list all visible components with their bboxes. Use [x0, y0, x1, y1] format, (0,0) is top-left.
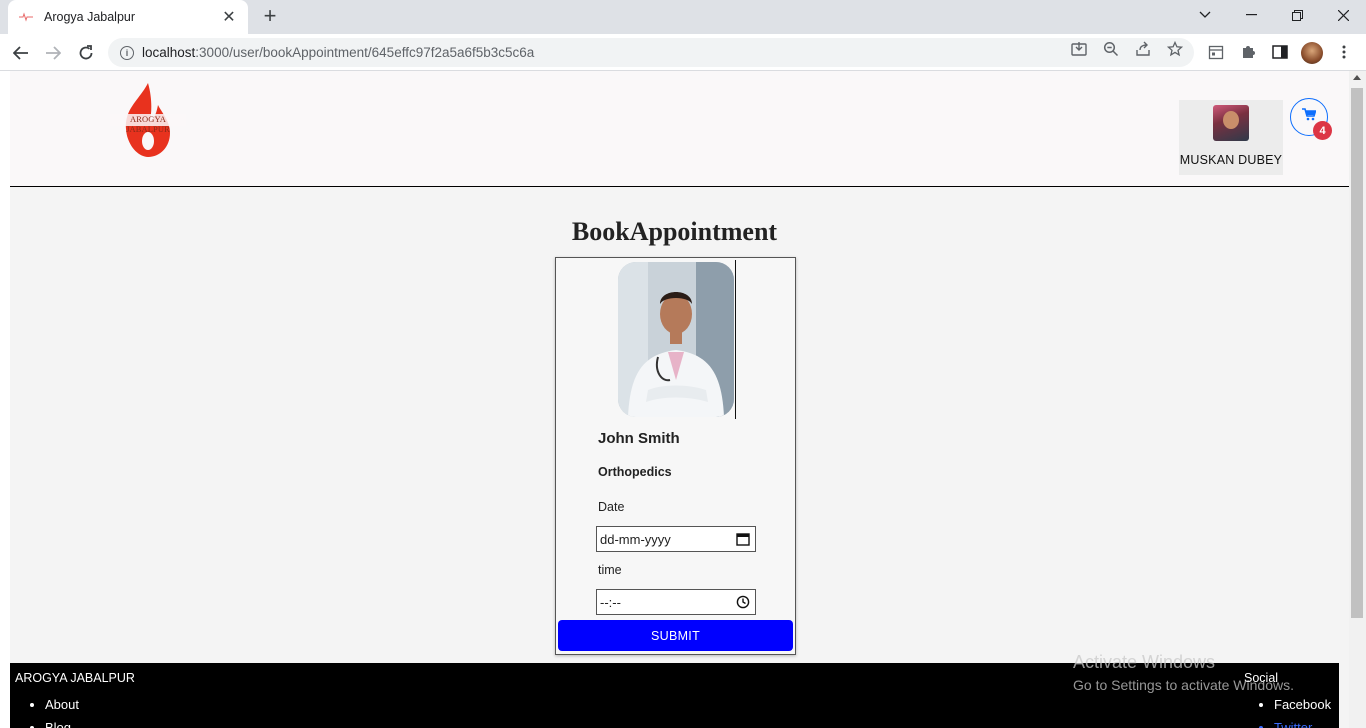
site-info-icon[interactable]: i [120, 45, 134, 60]
page-title: BookAppointment [571, 217, 778, 246]
activate-windows-title: Activate Windows [1073, 652, 1216, 672]
url-path: :3000/user/bookAppointment/645effc97f2a5… [195, 45, 535, 60]
tab-close-icon[interactable]: ✕ [220, 7, 238, 27]
activate-windows-subtitle: Go to Settings to activate Windows. [1073, 677, 1294, 693]
appointment-card: John Smith Orthopedics Date dd-mm-yyyy t… [555, 257, 796, 655]
time-input-value: --:-- [600, 594, 621, 610]
page-content: AROGYA JABALPUR MUSKAN DUBEY 4 BookAppoi… [10, 71, 1349, 728]
scrollbar-thumb[interactable] [1351, 88, 1363, 618]
bookmark-star-icon[interactable] [1166, 40, 1184, 58]
window-close-icon[interactable] [1320, 0, 1366, 30]
photo-divider [735, 260, 736, 419]
favicon-icon [18, 9, 34, 25]
tab-title: Arogya Jabalpur [44, 10, 136, 24]
footer-link-blog[interactable]: Blog [45, 720, 79, 728]
tab-search-icon[interactable] [1182, 0, 1228, 30]
footer-brand: AROGYA JABALPUR [15, 671, 135, 685]
cart-count-badge: 4 [1313, 121, 1332, 140]
forward-icon[interactable] [40, 40, 66, 66]
submit-button[interactable]: SUBMIT [558, 620, 793, 651]
footer-link-about[interactable]: About [45, 697, 79, 712]
tab-strip: Arogya Jabalpur ✕ + [0, 0, 1366, 34]
user-avatar [1213, 105, 1249, 141]
restore-icon[interactable] [1274, 0, 1320, 30]
doctor-photo [618, 262, 734, 417]
doctor-name: John Smith [598, 430, 680, 447]
footer-social-links: Facebook Twitter [1274, 697, 1331, 728]
arogya-logo[interactable]: AROGYA JABALPUR [110, 81, 186, 161]
new-tab-button[interactable]: + [258, 5, 282, 29]
extensions-puzzle-icon[interactable] [1238, 42, 1258, 62]
footer-link-facebook[interactable]: Facebook [1274, 697, 1331, 712]
user-profile[interactable]: MUSKAN DUBEY [1179, 100, 1283, 175]
page-scrollbar[interactable] [1349, 71, 1366, 728]
date-label: Date [598, 500, 625, 514]
browser-menu-icon[interactable] [1334, 42, 1354, 62]
doctor-specialty: Orthopedics [598, 465, 672, 479]
time-label: time [598, 563, 622, 577]
side-panel-icon[interactable] [1270, 42, 1290, 62]
user-name: MUSKAN DUBEY [1179, 153, 1283, 167]
page-viewport: AROGYA JABALPUR MUSKAN DUBEY 4 BookAppoi… [0, 71, 1366, 728]
install-icon[interactable] [1070, 40, 1088, 58]
cart-icon [1302, 108, 1317, 126]
scroll-up-icon[interactable] [1353, 75, 1361, 80]
share-icon[interactable] [1134, 40, 1152, 58]
reload-icon[interactable] [73, 40, 99, 66]
time-input[interactable]: --:-- [596, 589, 756, 615]
date-input-value: dd-mm-yyyy [600, 531, 671, 547]
browser-toolbar: i localhost :3000/user/bookAppointment/6… [0, 34, 1366, 71]
footer-link-twitter[interactable]: Twitter [1274, 720, 1331, 728]
calendar-icon[interactable] [736, 532, 750, 546]
url-host: localhost [142, 45, 196, 60]
browser-profile-avatar[interactable] [1301, 42, 1323, 64]
site-header: AROGYA JABALPUR MUSKAN DUBEY 4 [10, 71, 1349, 187]
zoom-icon[interactable] [1102, 40, 1120, 58]
calendar-extension-icon[interactable] [1206, 42, 1226, 62]
address-bar[interactable]: i localhost :3000/user/bookAppointment/6… [108, 38, 1194, 67]
minimize-icon[interactable] [1228, 0, 1274, 30]
clock-icon[interactable] [736, 595, 750, 609]
footer-links: About Blog [45, 697, 79, 728]
date-input[interactable]: dd-mm-yyyy [596, 526, 756, 552]
browser-tab[interactable]: Arogya Jabalpur ✕ [8, 0, 248, 34]
logo-text: AROGYA JABALPUR [126, 114, 170, 134]
back-icon[interactable] [8, 40, 34, 66]
